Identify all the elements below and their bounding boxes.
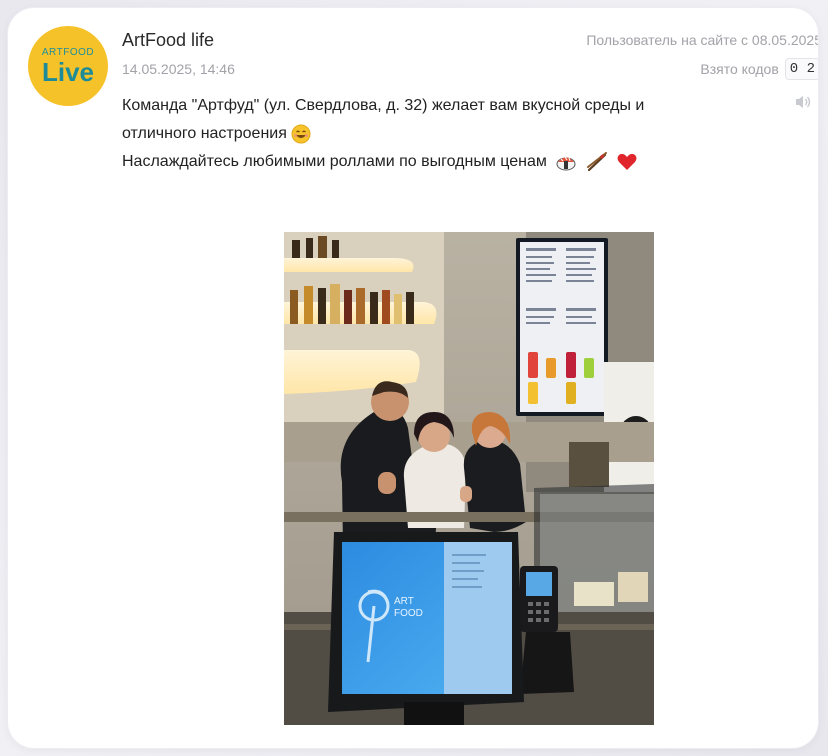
post-photo[interactable]: ART FOOD [284, 232, 654, 725]
post-text-line: Команда "Артфуд" (ул. Свердлова, д. 32) … [122, 97, 645, 114]
author-name[interactable]: ArtFood life [122, 30, 214, 51]
post-text-line: Наслаждайтесь любимыми роллами по выгодн… [122, 148, 782, 176]
avatar[interactable]: ARTFOOD Live [28, 26, 108, 106]
member-since: Пользователь на сайте с 08.05.2025 [586, 32, 818, 48]
codes-counter: Взято кодов 0 2 [700, 58, 818, 80]
pos-brand-line2: FOOD [394, 608, 423, 619]
post-text-line: отличного настроения [122, 120, 782, 148]
post-card: ARTFOOD Live ArtFood life 14.05.2025, 14… [8, 8, 818, 748]
avatar-big-text: Live [41, 57, 95, 87]
sushi-icon [556, 156, 576, 171]
pos-brand-line1: ART [394, 596, 414, 607]
codes-value: 0 2 [784, 58, 818, 80]
chopsticks-icon [586, 151, 607, 171]
post-text: Команда "Артфуд" (ул. Свердлова, д. 32) … [122, 92, 782, 176]
smiling-face-icon [291, 124, 311, 144]
red-heart-icon [617, 153, 637, 170]
post-date: 14.05.2025, 14:46 [122, 61, 235, 77]
codes-label: Взято кодов [700, 61, 779, 77]
photo-illustration: ART FOOD [284, 232, 654, 725]
speaker-icon[interactable] [794, 94, 812, 110]
